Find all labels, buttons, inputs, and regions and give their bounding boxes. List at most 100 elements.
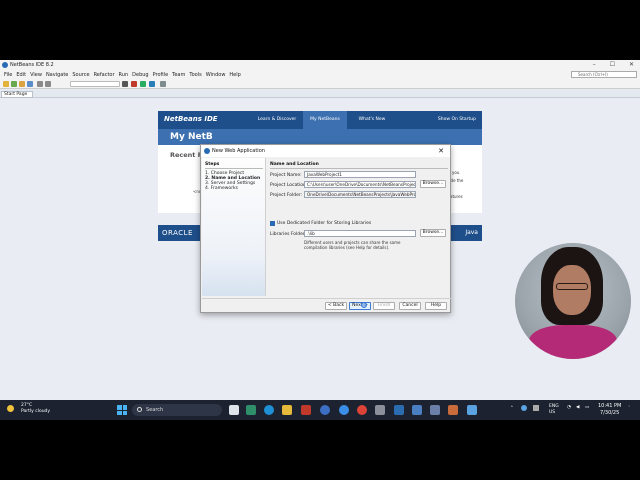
glasses xyxy=(556,283,588,290)
dialog-app-icon xyxy=(204,148,210,154)
menu-edit[interactable]: Edit xyxy=(16,72,26,78)
new-file-icon[interactable] xyxy=(3,81,9,87)
file-explorer-icon[interactable] xyxy=(282,405,292,415)
menu-view[interactable]: View xyxy=(30,72,42,78)
tab-whats-new[interactable]: What's New xyxy=(350,111,394,129)
menu-navigate[interactable]: Navigate xyxy=(46,72,68,78)
undo-icon[interactable] xyxy=(37,81,43,87)
configuration-dropdown[interactable] xyxy=(70,81,120,87)
chevron-up-icon[interactable]: ⌃ xyxy=(510,406,514,411)
dedicated-folder-checkbox[interactable] xyxy=(270,221,275,226)
notification-bell-icon[interactable]: ◦ xyxy=(628,405,631,410)
name-location-panel: Name and Location Project Name: JavaWebP… xyxy=(270,158,448,296)
weather-condition: Partly cloudy xyxy=(21,409,51,414)
step-4: 4. Frameworks xyxy=(205,186,238,191)
app-icon-grey[interactable] xyxy=(375,405,385,415)
ide-search-input[interactable]: Search (Ctrl+I) xyxy=(571,71,637,78)
finish-button[interactable]: Finish xyxy=(373,302,395,310)
app-icon-blue[interactable] xyxy=(394,405,404,415)
clean-build-icon[interactable] xyxy=(131,81,137,87)
show-on-startup-checkbox[interactable]: Show On Startup xyxy=(438,117,476,122)
date: 7/30/25 xyxy=(600,410,620,416)
edge-icon[interactable] xyxy=(264,405,274,415)
start-button[interactable] xyxy=(117,405,127,415)
volume-icon[interactable]: ◀ xyxy=(576,405,579,410)
libraries-note-line-2: compilation libraries (see Help for deta… xyxy=(304,245,390,250)
taskbar-search[interactable]: Search xyxy=(132,404,222,416)
toolbar xyxy=(0,79,640,89)
hp-icon[interactable] xyxy=(320,405,330,415)
libraries-folder-label: Libraries Folder: xyxy=(270,232,307,237)
project-folder-field[interactable]: OneDrive\Documents\NetBeansProjects\Java… xyxy=(304,191,416,198)
browse-libraries-button[interactable]: Browse... xyxy=(420,229,446,237)
new-project-icon[interactable] xyxy=(11,81,17,87)
dialog-button-divider xyxy=(202,298,451,299)
task-view-icon[interactable] xyxy=(229,405,239,415)
save-all-icon[interactable] xyxy=(27,81,33,87)
menu-refactor[interactable]: Refactor xyxy=(94,72,115,78)
menu-help[interactable]: Help xyxy=(229,72,240,78)
menu-file[interactable]: File xyxy=(4,72,12,78)
netbeans-taskbar-icon[interactable] xyxy=(448,405,458,415)
app-icon-red[interactable] xyxy=(301,405,311,415)
battery-icon[interactable]: ▭ xyxy=(585,405,589,410)
minimize-button[interactable]: – xyxy=(593,61,596,68)
section-divider xyxy=(270,168,448,169)
back-button[interactable]: < Back xyxy=(325,302,347,310)
oracle-logo[interactable]: ORACLE xyxy=(162,229,193,237)
run-icon[interactable] xyxy=(140,81,146,87)
language-indicator[interactable]: ENG US xyxy=(549,404,559,416)
maximize-button[interactable]: ☐ xyxy=(610,61,615,68)
steps-divider xyxy=(205,168,263,169)
menu-bar: File Edit View Navigate Source Refactor … xyxy=(0,70,640,79)
windows-taskbar: 27°C Partly cloudy Search ⌃ ENG US ◔ ◀ ▭ … xyxy=(0,400,640,420)
editor-tab-row: Start Page xyxy=(0,90,640,98)
libraries-folder-field[interactable]: .\lib xyxy=(304,230,416,237)
java-logo[interactable]: Java xyxy=(465,229,478,236)
person-shirt xyxy=(529,325,617,359)
dedicated-folder-label[interactable]: Use Dedicated Folder for Storing Librari… xyxy=(277,221,371,226)
window-title: NetBeans IDE 8.2 xyxy=(10,62,54,68)
project-location-field[interactable]: C:\Users\user\OneDrive\Documents\NetBean… xyxy=(304,181,416,188)
widgets-icon[interactable] xyxy=(246,405,256,415)
app-icon-slate[interactable] xyxy=(430,405,440,415)
menu-run[interactable]: Run xyxy=(119,72,129,78)
dialog-close-button[interactable]: ✕ xyxy=(438,145,444,157)
time: 10:41 PM xyxy=(598,403,622,409)
menu-tools[interactable]: Tools xyxy=(189,72,201,78)
next-button[interactable]: Next > xyxy=(349,302,371,310)
help-app-icon[interactable] xyxy=(339,405,349,415)
menu-window[interactable]: Window xyxy=(206,72,226,78)
dialog-title: New Web Application xyxy=(212,148,265,154)
wifi-icon[interactable]: ◔ xyxy=(567,405,571,410)
my-netbeans-heading: My NetB xyxy=(158,129,482,145)
menu-debug[interactable]: Debug xyxy=(132,72,148,78)
close-button[interactable]: ✕ xyxy=(629,61,634,68)
window-titlebar: NetBeans IDE 8.2 – ☐ ✕ xyxy=(0,60,640,70)
project-folder-label: Project Folder: xyxy=(270,193,303,198)
person-face xyxy=(553,265,591,315)
tab-my-netbeans[interactable]: My NetBeans xyxy=(303,111,347,129)
netbeans-running-icon[interactable] xyxy=(467,405,477,415)
tray-app-icon[interactable] xyxy=(533,405,539,411)
onedrive-icon[interactable] xyxy=(521,405,527,411)
tab-learn-discover[interactable]: Learn & Discover xyxy=(254,111,300,129)
cancel-button[interactable]: Cancel xyxy=(399,302,421,310)
open-project-icon[interactable] xyxy=(19,81,25,87)
redo-icon[interactable] xyxy=(45,81,51,87)
build-icon[interactable] xyxy=(122,81,128,87)
profile-icon[interactable] xyxy=(160,81,166,87)
debug-icon[interactable] xyxy=(149,81,155,87)
help-button[interactable]: Help xyxy=(425,302,447,310)
project-name-field[interactable]: JavaWebProject1 xyxy=(304,171,416,178)
menu-source[interactable]: Source xyxy=(72,72,89,78)
chrome-icon[interactable] xyxy=(357,405,367,415)
browse-location-button[interactable]: Browse... xyxy=(420,180,446,188)
menu-profile[interactable]: Profile xyxy=(153,72,169,78)
tab-start-page[interactable]: Start Page xyxy=(1,91,33,98)
partly-cloudy-icon xyxy=(7,405,14,412)
menu-team[interactable]: Team xyxy=(172,72,185,78)
app-icon-dark-blue[interactable] xyxy=(412,405,422,415)
steps-title: Steps xyxy=(205,162,220,167)
clock[interactable]: 10:41 PM 7/30/25 xyxy=(598,403,621,417)
